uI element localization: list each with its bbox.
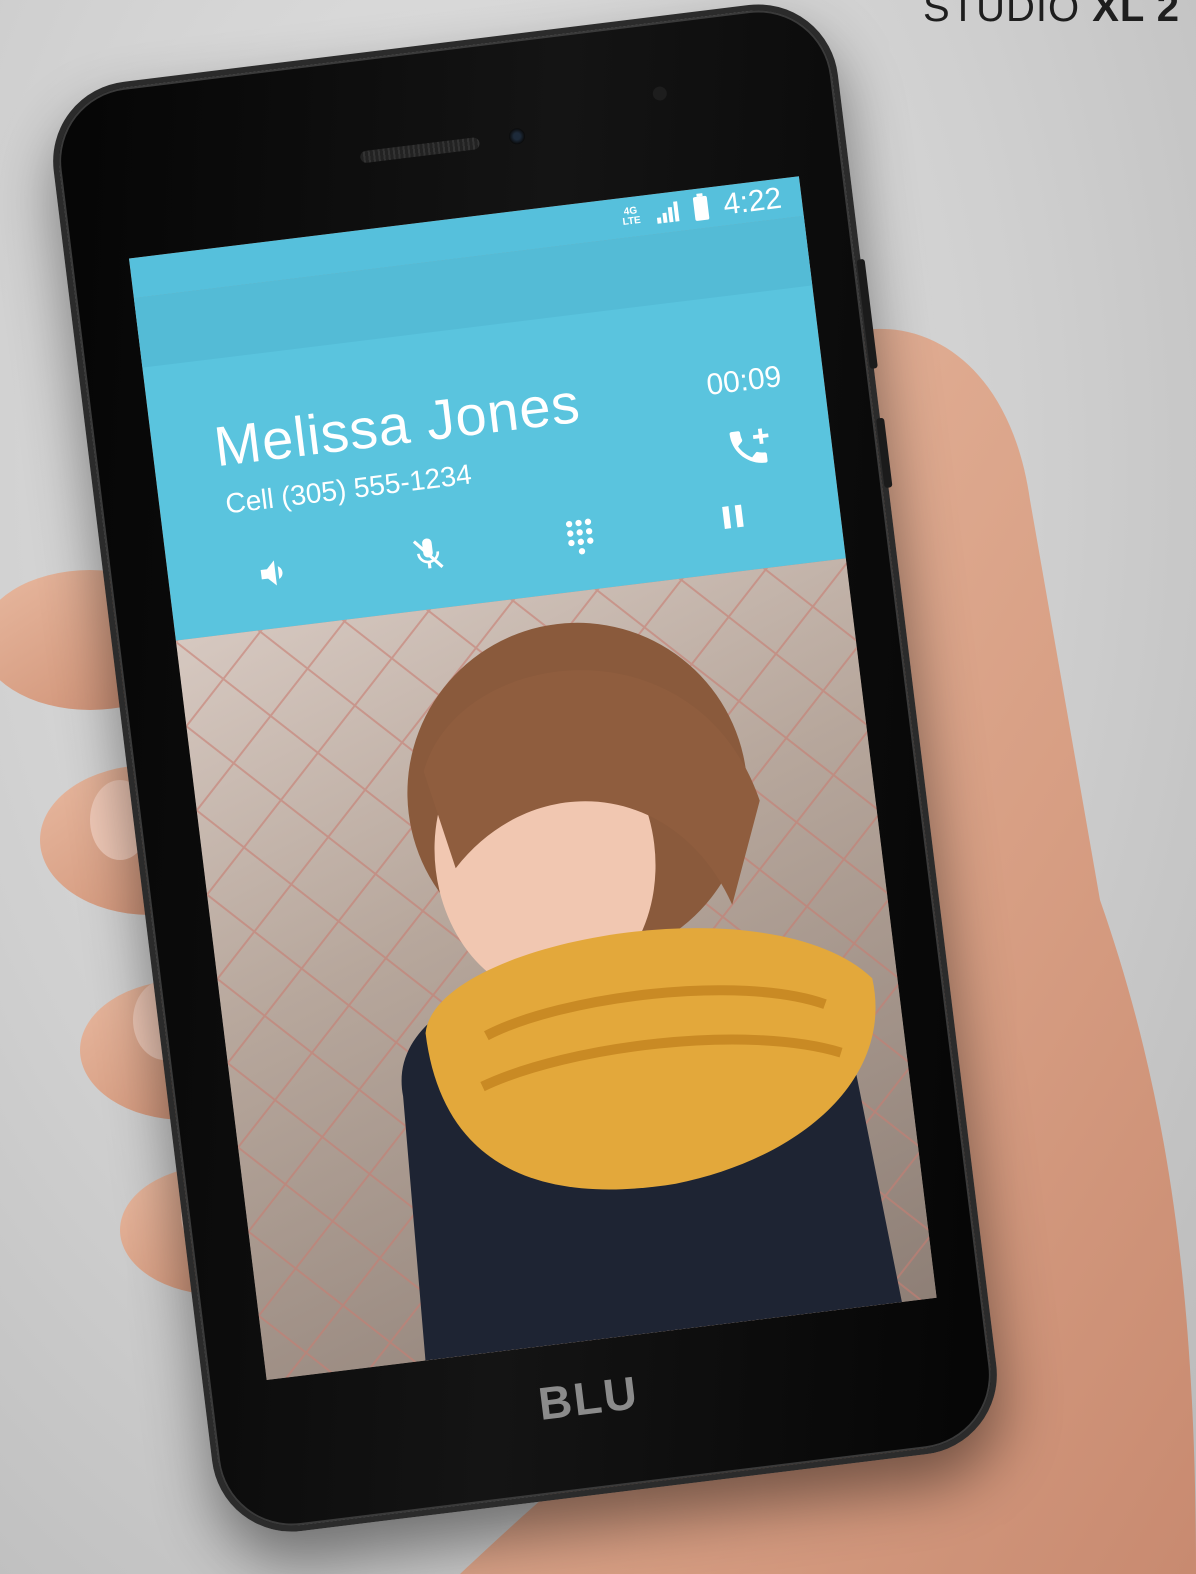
battery-icon [692, 195, 710, 222]
add-call-icon [729, 428, 769, 463]
earpiece-speaker [359, 136, 481, 164]
add-call-button[interactable] [723, 422, 774, 473]
contact-photo [175, 558, 937, 1381]
hold-icon [722, 504, 744, 529]
speaker-button[interactable] [236, 534, 314, 612]
lte-icon: 4G LTE [622, 205, 642, 228]
dialpad-icon [566, 518, 594, 555]
mute-button[interactable] [389, 515, 467, 593]
dialpad-button[interactable] [541, 497, 619, 575]
portrait-illustration [175, 558, 937, 1381]
status-time: 4:22 [721, 181, 784, 222]
speaker-icon [260, 560, 283, 586]
phone-brand-logo: BLU [535, 1366, 642, 1430]
proximity-sensor [652, 85, 668, 102]
phone-screen: 4G LTE 4:22 Melissa Jones Cell (305) 555… [128, 176, 937, 1381]
hold-button[interactable] [694, 478, 772, 556]
mute-icon [412, 538, 444, 569]
call-duration: 00:09 [704, 359, 784, 402]
caller-name: Melissa Jones [210, 370, 584, 479]
front-camera [508, 127, 526, 146]
signal-icon [655, 201, 680, 224]
